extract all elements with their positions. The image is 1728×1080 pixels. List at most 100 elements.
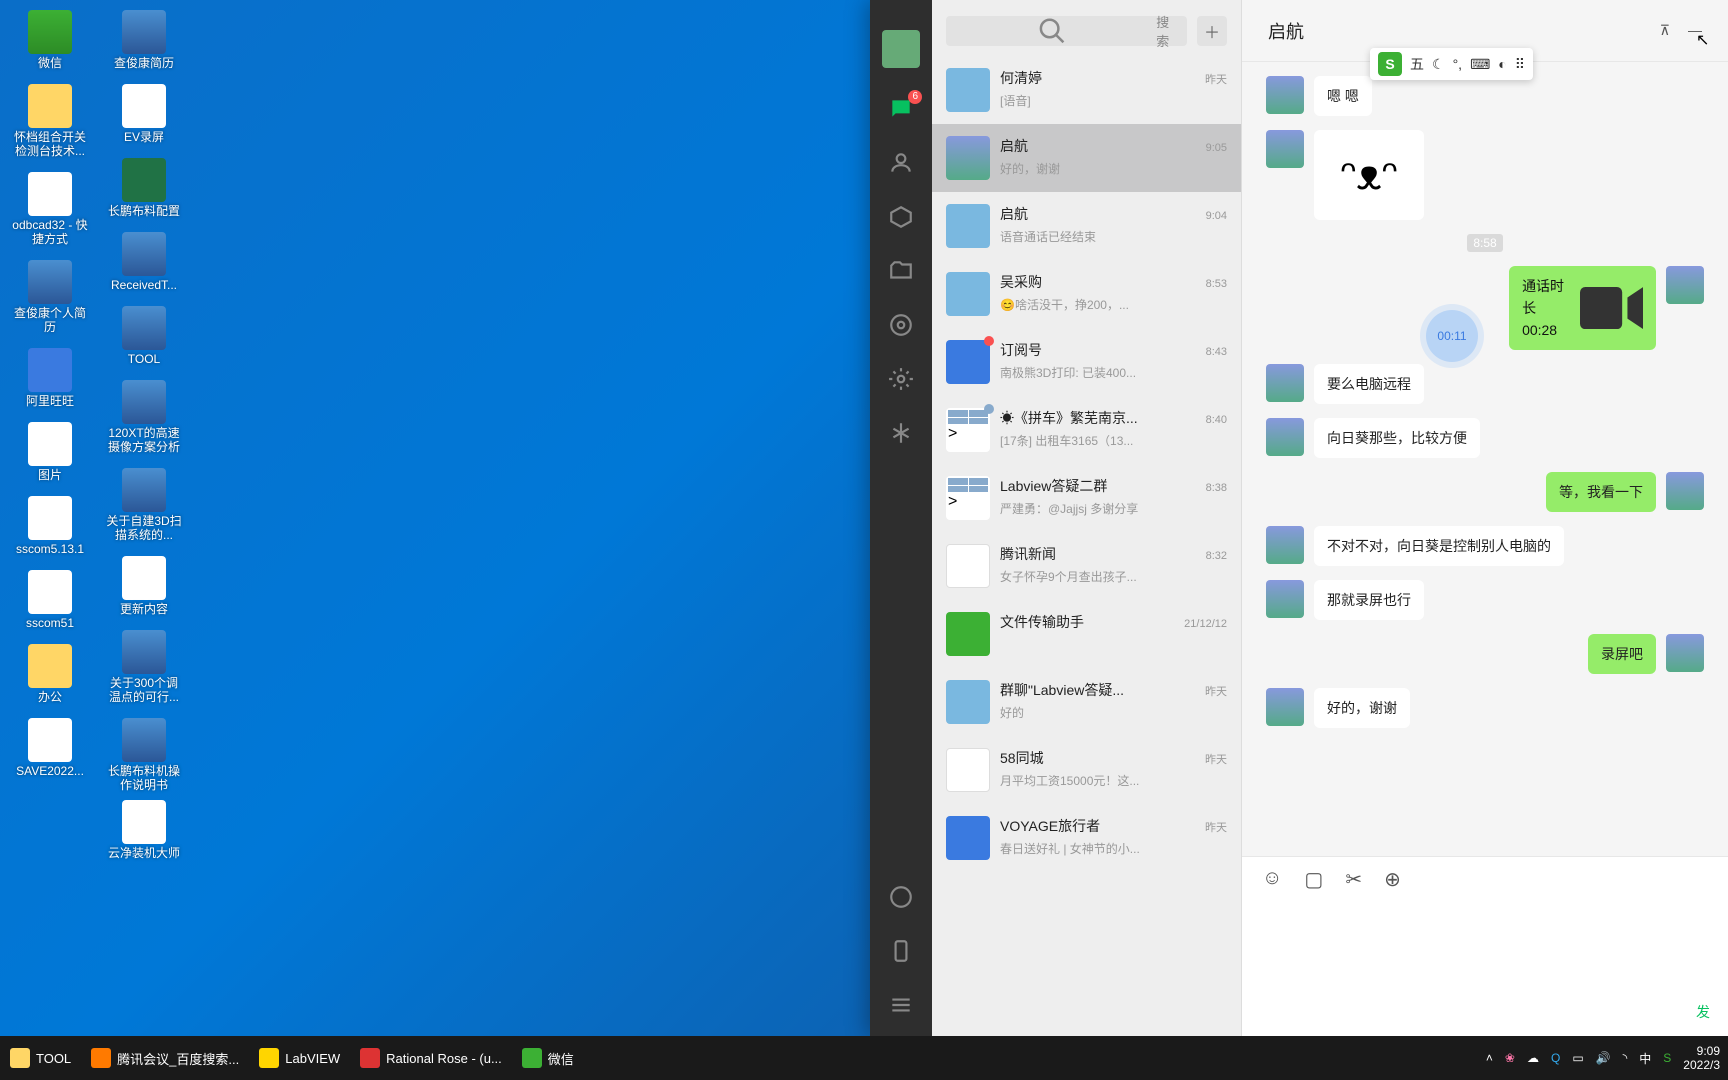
conversation-item[interactable]: 腾讯新闻8:32女子怀孕9个月查出孩子... (932, 532, 1241, 600)
menu-icon[interactable] (888, 992, 914, 1018)
desktop-icon[interactable]: EV录屏 (104, 84, 184, 144)
call-bubble[interactable]: 通话时长 00:28 (1509, 266, 1656, 350)
desktop-icon[interactable]: 查俊康个人简历 (10, 260, 90, 334)
phone-icon[interactable] (888, 938, 914, 964)
avatar[interactable] (1266, 130, 1304, 168)
clock[interactable]: 9:09 2022/3 (1683, 1044, 1720, 1072)
message-bubble[interactable]: 要么电脑远程 (1314, 364, 1424, 404)
chat-history-icon[interactable]: ⊕ (1384, 867, 1401, 892)
message-bubble[interactable]: 向日葵那些，比较方便 (1314, 418, 1480, 458)
message-bubble[interactable]: 好的，谢谢 (1314, 688, 1410, 728)
desktop-icon[interactable]: 阿里旺旺 (10, 348, 90, 408)
message-bubble[interactable]: 那就录屏也行 (1314, 580, 1424, 620)
ime-mode[interactable]: 五 (1410, 54, 1424, 74)
conversation-item[interactable]: 群聊"Labview答疑...昨天好的 (932, 668, 1241, 736)
contacts-icon[interactable] (888, 150, 914, 176)
conversation-item[interactable]: VOYAGE旅行者昨天春日送好礼 | 女神节的小... (932, 804, 1241, 872)
desktop-icon[interactable]: 120XT的高速摄像方案分析 (104, 380, 184, 454)
taskbar-item[interactable]: Rational Rose - (u... (350, 1036, 512, 1080)
collect-icon[interactable] (888, 204, 914, 230)
avatar[interactable] (882, 30, 920, 68)
message-input[interactable] (1242, 902, 1728, 1002)
punct-icon[interactable]: °, (1453, 56, 1463, 72)
tray-wifi-icon[interactable]: ◝ (1623, 1051, 1628, 1065)
message-bubble[interactable]: 嗯 嗯 (1314, 76, 1372, 116)
desktop-icon[interactable]: 查俊康简历 (104, 10, 184, 70)
conversation-item[interactable]: 文件传输助手21/12/12 (932, 600, 1241, 668)
avatar[interactable] (1266, 526, 1304, 564)
taskbar-item[interactable]: 微信 (512, 1036, 584, 1080)
sticker[interactable]: ᵔᴥᵔ (1314, 130, 1424, 220)
moon-icon[interactable]: ☾ (1432, 56, 1445, 73)
desktop-icon[interactable]: 长鹏布料配置 (104, 158, 184, 218)
desktop-icon[interactable]: 关于自建3D扫描系统的... (104, 468, 184, 542)
avatar[interactable] (1266, 418, 1304, 456)
sparkle-icon[interactable] (888, 420, 914, 446)
conversation-item[interactable]: 何清婷昨天[语音] (932, 56, 1241, 124)
desktop-icon[interactable]: 更新内容 (104, 556, 184, 616)
minimize-icon[interactable]: — (1688, 22, 1702, 39)
scissors-icon[interactable]: ✂ (1345, 867, 1362, 892)
avatar[interactable] (1266, 688, 1304, 726)
message-bubble[interactable]: 录屏吧 (1588, 634, 1656, 674)
desktop-icon[interactable]: 云净装机大师 (104, 800, 184, 860)
ime-toolbar[interactable]: S 五 ☾ °, ⌨ ◐ ⠿ (1370, 48, 1533, 80)
desktop-icon[interactable]: 图片 (10, 422, 90, 482)
taskbar-item[interactable]: LabVIEW (249, 1036, 350, 1080)
emoji-icon[interactable]: ☺ (1262, 867, 1282, 892)
desktop-icon[interactable]: 关于300个调温点的可行... (104, 630, 184, 704)
desktop-icon[interactable]: SAVE2022... (10, 718, 90, 778)
conversation-item[interactable]: 58同城昨天月平均工资15000元！这... (932, 736, 1241, 804)
tray-volume-icon[interactable]: 🔊 (1596, 1051, 1611, 1065)
tray-chevron-icon[interactable]: ˄ (1486, 1051, 1493, 1065)
desktop-icon[interactable]: odbcad32 - 快捷方式 (10, 172, 90, 246)
tray-app-icon[interactable]: ❀ (1505, 1051, 1515, 1065)
person-icon[interactable]: ◐ (1498, 56, 1506, 72)
desktop-icon[interactable]: 长鹏布料机操作说明书 (104, 718, 184, 792)
desktop-icon[interactable]: TOOL (104, 306, 184, 366)
message-bubble[interactable]: 等，我看一下 (1546, 472, 1656, 512)
tray-sogou-icon[interactable]: S (1663, 1051, 1671, 1065)
system-tray[interactable]: ˄ ❀ ☁ Q ▭ 🔊 ◝ 中 S 9:09 2022/3 (1486, 1044, 1728, 1072)
grid-icon[interactable]: ⠿ (1515, 56, 1525, 73)
chat-body[interactable]: 00:11 嗯 嗯ᵔᴥᵔ8:58通话时长 00:28 要么电脑远程向日葵那些，比… (1242, 62, 1728, 856)
tray-ime[interactable]: 中 (1639, 1050, 1651, 1067)
files-icon[interactable] (888, 258, 914, 284)
desktop-icon[interactable]: sscom51 (10, 570, 90, 630)
conversation-item[interactable]: 启航9:04语音通话已经结束 (932, 192, 1241, 260)
keyboard-icon[interactable]: ⌨ (1470, 56, 1490, 73)
settings-icon[interactable] (888, 366, 914, 392)
desktop-icon[interactable]: 怀档组合开关检测台技术... (10, 84, 90, 158)
conversation-item[interactable]: 启航9:05好的，谢谢 (932, 124, 1241, 192)
avatar[interactable] (1266, 364, 1304, 402)
avatar[interactable] (1266, 580, 1304, 618)
taskbar[interactable]: TOOL腾讯会议_百度搜索...LabVIEWRational Rose - (… (0, 1036, 1728, 1080)
avatar[interactable] (1666, 472, 1704, 510)
chat-icon[interactable]: 6 (888, 96, 914, 122)
avatar[interactable] (1666, 634, 1704, 672)
avatar[interactable] (1666, 266, 1704, 304)
voice-badge[interactable]: 00:11 (1426, 310, 1478, 362)
taskbar-item[interactable]: 腾讯会议_百度搜索... (81, 1036, 249, 1080)
desktop-icon[interactable]: 办公 (10, 644, 90, 704)
folder-icon[interactable]: ▢ (1304, 867, 1323, 892)
tray-qq-icon[interactable]: Q (1551, 1051, 1560, 1065)
send-button[interactable]: 发 (1696, 1002, 1710, 1022)
tray-battery-icon[interactable]: ▭ (1572, 1051, 1583, 1065)
desktop-icon[interactable]: ReceivedT... (104, 232, 184, 292)
search-input[interactable]: 搜索 (946, 16, 1187, 46)
tray-cloud-icon[interactable]: ☁ (1527, 1051, 1539, 1065)
moments-icon[interactable] (888, 312, 914, 338)
conversation-item[interactable]: >Labview答疑二群8:38严建勇：@Jajjsj 多谢分享 (932, 464, 1241, 532)
conversation-item[interactable]: 订阅号8:43南极熊3D打印: 已装400... (932, 328, 1241, 396)
desktop-icon[interactable]: 微信 (10, 10, 90, 70)
pin-icon[interactable]: ⊼ (1660, 22, 1670, 39)
taskbar-item[interactable]: TOOL (0, 1036, 81, 1080)
conversation-item[interactable]: 吴采购8:53😊啥活没干，挣200，... (932, 260, 1241, 328)
desktop-icon[interactable]: sscom5.13.1 (10, 496, 90, 556)
add-button[interactable]: ＋ (1197, 16, 1227, 46)
miniprogram-icon[interactable] (888, 884, 914, 910)
avatar[interactable] (1266, 76, 1304, 114)
conversation-item[interactable]: >☀《拼车》繁芜南京...8:40[17条] 出租车3165（13... (932, 396, 1241, 464)
message-bubble[interactable]: 不对不对，向日葵是控制别人电脑的 (1314, 526, 1564, 566)
